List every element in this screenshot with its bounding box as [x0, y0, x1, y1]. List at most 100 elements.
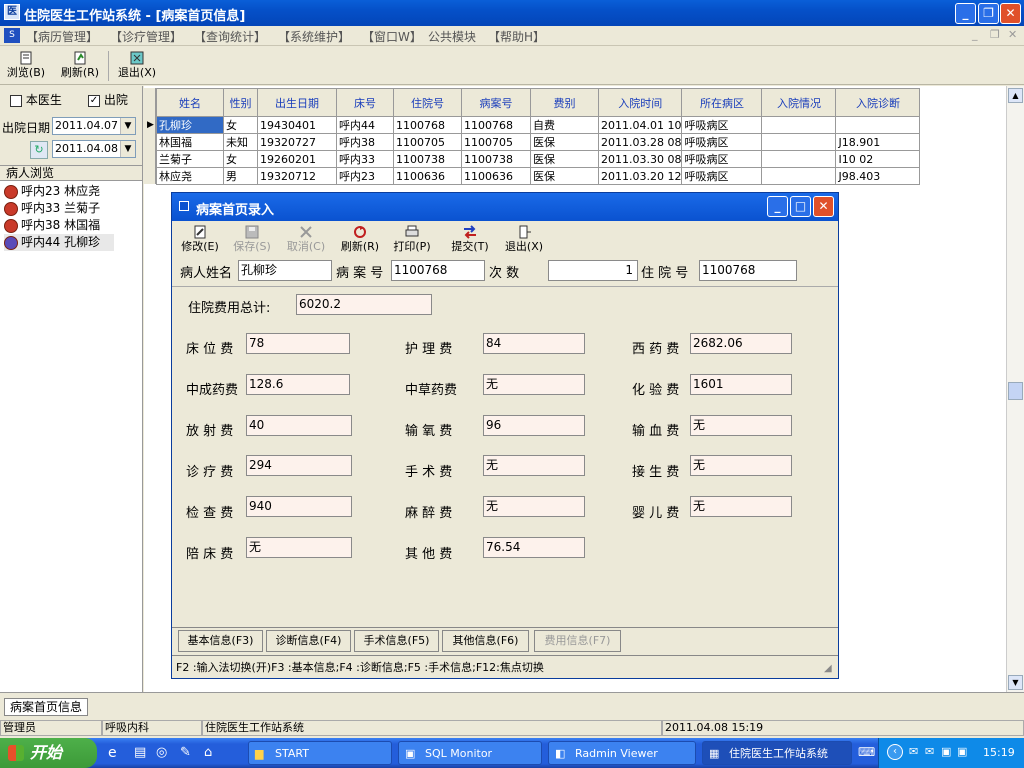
window-tab-case[interactable]: 病案首页信息 [4, 698, 88, 716]
app-launch-icon[interactable]: ◎ [156, 745, 167, 760]
mail2-icon[interactable]: ✉ [925, 745, 934, 758]
patient-item-selected[interactable]: 呼内44 孔柳珍 [4, 234, 114, 251]
table-cell[interactable]: 19320712 [257, 167, 337, 185]
table-cell[interactable]: 19430401 [257, 116, 337, 134]
menu-treatment[interactable]: 【诊疗管理】 [110, 28, 182, 45]
table-cell[interactable]: 1100705 [461, 133, 531, 151]
save-button[interactable]: 保存(S) [230, 225, 274, 254]
mdi-restore-icon[interactable]: ❐ [990, 28, 1000, 41]
bed-fee-field[interactable]: 78 [246, 333, 350, 354]
dialog-refresh-button[interactable]: 刷新(R) [338, 225, 382, 254]
table-row[interactable]: 林国福 未知 19320727 呼内38 1100705 1100705 医保 2011.03… [156, 133, 921, 151]
dialog-minimize-button[interactable]: _ [767, 196, 788, 217]
resize-grip-icon[interactable]: ◢ [824, 663, 832, 674]
restore-button[interactable]: ❐ [978, 3, 999, 24]
menu-public[interactable]: 公共模块 [428, 28, 476, 45]
tab-basic[interactable]: 基本信息(F3) [178, 630, 263, 652]
table-cell[interactable] [761, 167, 837, 185]
blood-fee-field[interactable]: 无 [690, 415, 792, 436]
browse-button[interactable]: 浏览(B) [4, 51, 48, 80]
table-cell[interactable]: 1100636 [393, 167, 462, 185]
table-cell[interactable]: 女 [223, 150, 258, 168]
table-cell[interactable]: 医保 [530, 167, 599, 185]
table-cell[interactable]: 呼吸病区 [681, 167, 763, 185]
patient-item[interactable]: 呼内38 林国福 [4, 217, 100, 234]
table-cell[interactable]: J18.901 [835, 133, 921, 151]
task-radmin[interactable]: ◧ Radmin Viewer [548, 741, 696, 765]
lab-fee-field[interactable]: 1601 [690, 374, 792, 395]
exam-fee-field[interactable]: 940 [246, 496, 352, 517]
patent-fee-field[interactable]: 128.6 [246, 374, 350, 395]
anesthesia-fee-field[interactable]: 无 [483, 496, 585, 517]
menu-help[interactable]: 【帮助H】 [488, 28, 545, 45]
table-cell[interactable] [761, 150, 837, 168]
network-tray-icon[interactable]: ▣ [941, 745, 951, 758]
table-cell[interactable]: 1100768 [393, 116, 462, 134]
inpatient-no-field[interactable]: 1100768 [699, 260, 797, 281]
table-cell[interactable]: 2011.04.01 10 [597, 116, 683, 134]
tab-diagnosis[interactable]: 诊断信息(F4) [266, 630, 351, 652]
table-cell[interactable] [761, 116, 837, 134]
table-cell[interactable]: 呼吸病区 [681, 150, 763, 168]
delivery-fee-field[interactable]: 无 [690, 455, 792, 476]
display-tray-icon[interactable]: ▣ [957, 745, 967, 758]
table-cell[interactable]: 呼内33 [336, 150, 394, 168]
table-cell[interactable]: 医保 [530, 133, 599, 151]
table-cell[interactable]: 1100738 [461, 150, 531, 168]
col-header[interactable]: 费别 [530, 88, 599, 117]
task-hospital-app[interactable]: ▦ 住院医生工作站系统 [702, 741, 852, 765]
date-from-select[interactable]: 2011.04.07 ▼ [52, 117, 136, 135]
table-row[interactable]: 孔柳珍女 19430401 呼内44 1100768 1100768 自费 2011.04.… [156, 116, 921, 134]
table-cell[interactable]: 呼吸病区 [681, 133, 763, 151]
infant-fee-field[interactable]: 无 [690, 496, 792, 517]
menu-query[interactable]: 【查询统计】 [194, 28, 266, 45]
patient-item[interactable]: 呼内33 兰菊子 [4, 200, 100, 217]
document-icon[interactable]: ▤ [134, 745, 146, 760]
vertical-scrollbar[interactable]: ▲ ▼ [1006, 86, 1024, 692]
table-cell[interactable]: 1100738 [393, 150, 462, 168]
treatment-fee-field[interactable]: 294 [246, 455, 352, 476]
scroll-up-icon[interactable]: ▲ [1008, 88, 1023, 103]
submit-button[interactable]: 提交(T) [448, 225, 492, 254]
task-start-folder[interactable]: ▆ START [248, 741, 392, 765]
table-cell[interactable]: I10 02 [835, 150, 921, 168]
task-sql-monitor[interactable]: ▣ SQL Monitor [398, 741, 542, 765]
table-cell[interactable]: 呼内44 [336, 116, 394, 134]
chk-discharged[interactable]: ✓ 出院 [88, 91, 128, 108]
table-cell[interactable]: 呼吸病区 [681, 116, 763, 134]
mdi-minimize-icon[interactable]: _ [972, 28, 978, 41]
dialog-close-button[interactable]: ✕ [813, 196, 834, 217]
radiation-fee-field[interactable]: 40 [246, 415, 352, 436]
table-row[interactable]: 林应尧男 19320712 呼内23 1100636 1100636 医保 2011.03.… [156, 167, 921, 185]
col-header[interactable]: 病案号 [461, 88, 531, 117]
table-cell[interactable]: 19320727 [257, 133, 337, 151]
scroll-down-icon[interactable]: ▼ [1008, 675, 1023, 690]
nursing-fee-field[interactable]: 84 [483, 333, 585, 354]
tab-fees[interactable]: 费用信息(F7) [534, 630, 621, 652]
edit-button[interactable]: 修改(E) [178, 225, 222, 254]
other-fee-field[interactable]: 76.54 [483, 537, 585, 558]
oxygen-fee-field[interactable]: 96 [483, 415, 585, 436]
table-cell[interactable]: 林国福 [156, 133, 224, 151]
tab-other[interactable]: 其他信息(F6) [442, 630, 529, 652]
tools-icon[interactable]: ✎ [180, 745, 191, 760]
print-button[interactable]: 打印(P) [390, 225, 434, 254]
scroll-thumb[interactable] [1008, 382, 1023, 400]
table-cell[interactable]: 1100636 [461, 167, 531, 185]
minimize-button[interactable]: _ [955, 3, 976, 24]
surgery-fee-field[interactable]: 无 [483, 455, 585, 476]
network-icon[interactable]: ⌂ [204, 745, 212, 760]
escort-fee-field[interactable]: 无 [246, 537, 352, 558]
table-cell[interactable]: J98.403 [835, 167, 921, 185]
table-cell[interactable]: 1100705 [393, 133, 462, 151]
tab-surgery[interactable]: 手术信息(F5) [354, 630, 439, 652]
date-to-select[interactable]: 2011.04.08 ▼ [52, 140, 136, 158]
patient-item[interactable]: 呼内23 林应尧 [4, 183, 100, 200]
times-field[interactable]: 1 [548, 260, 638, 281]
col-header[interactable]: 入院诊断 [835, 88, 921, 117]
table-cell[interactable] [761, 133, 837, 151]
table-cell[interactable]: 未知 [223, 133, 258, 151]
table-cell[interactable]: 2011.03.20 12 [597, 167, 683, 185]
ie-icon[interactable]: e [108, 745, 117, 761]
col-header[interactable]: 所在病区 [681, 88, 763, 117]
